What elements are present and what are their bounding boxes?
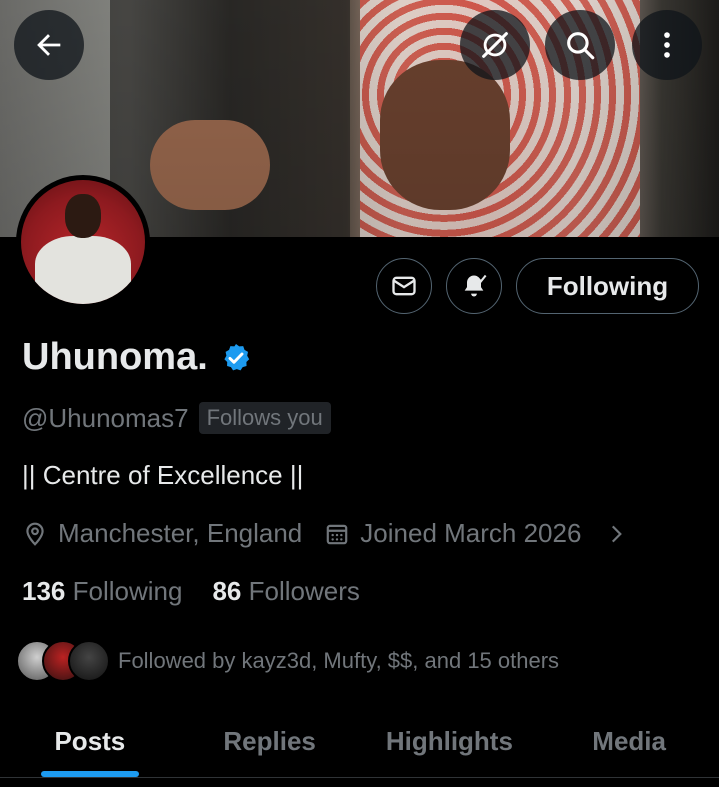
following-count: 136 bbox=[22, 576, 66, 606]
search-icon bbox=[567, 32, 595, 60]
avatar[interactable] bbox=[16, 175, 150, 309]
following-button[interactable]: Following bbox=[516, 258, 699, 314]
more-button[interactable] bbox=[632, 10, 702, 80]
follows-you-badge: Follows you bbox=[198, 402, 331, 434]
followers-label: Followers bbox=[248, 576, 360, 606]
joined-text: Joined March 2026 bbox=[360, 518, 582, 548]
search-button[interactable] bbox=[545, 10, 615, 80]
active-tab-indicator bbox=[40, 771, 139, 777]
profile-meta: Manchester, England Joined March 2026 bbox=[22, 518, 639, 549]
grok-icon bbox=[482, 32, 508, 58]
tab-label: Replies bbox=[223, 725, 316, 756]
calendar-icon bbox=[326, 524, 348, 544]
tab-posts[interactable]: Posts bbox=[0, 705, 180, 777]
avatar bbox=[68, 640, 110, 682]
followed-by-text: Followed by kayz3d, Mufty, $$, and 15 ot… bbox=[118, 648, 560, 673]
followers-count: 86 bbox=[212, 576, 242, 606]
followed-by[interactable]: Followed by kayz3d, Mufty, $$, and 15 ot… bbox=[16, 640, 559, 682]
more-vertical-icon bbox=[664, 32, 670, 58]
tab-label: Media bbox=[592, 725, 666, 756]
followers-stat[interactable]: 86 Followers bbox=[212, 576, 359, 607]
tab-label: Posts bbox=[54, 725, 126, 756]
location-pin-icon bbox=[26, 522, 44, 546]
location-text: Manchester, England bbox=[58, 518, 303, 548]
avatar-shape bbox=[35, 236, 131, 304]
follow-stats: 136 Following 86 Followers bbox=[22, 576, 390, 607]
mail-icon bbox=[392, 276, 416, 296]
profile-tabs: Posts Replies Highlights Media bbox=[0, 705, 719, 778]
tab-highlights[interactable]: Highlights bbox=[360, 705, 540, 777]
tab-label: Highlights bbox=[385, 725, 513, 756]
chevron-right-icon bbox=[612, 525, 623, 542]
profile-name: Uhunoma. bbox=[22, 336, 208, 378]
profile-name-row: Uhunoma. bbox=[22, 336, 252, 379]
handle-row: @Uhunomas7 Follows you bbox=[22, 402, 331, 434]
notification-button[interactable] bbox=[446, 258, 502, 314]
avatar-shape bbox=[65, 194, 101, 238]
location: Manchester, England bbox=[22, 518, 302, 549]
tab-media[interactable]: Media bbox=[539, 705, 719, 777]
joined-date[interactable]: Joined March 2026 bbox=[324, 518, 639, 549]
notification-bell-icon bbox=[464, 274, 487, 297]
profile-bio: || Centre of Excellence || bbox=[22, 460, 304, 490]
back-button[interactable] bbox=[14, 10, 84, 80]
following-stat[interactable]: 136 Following bbox=[22, 576, 182, 607]
back-arrow-icon bbox=[37, 34, 61, 56]
verified-badge-icon[interactable] bbox=[220, 342, 252, 374]
message-button[interactable] bbox=[376, 258, 432, 314]
profile-handle: @Uhunomas7 bbox=[22, 402, 189, 433]
following-label: Following bbox=[72, 576, 183, 606]
avatar-image bbox=[21, 180, 145, 304]
tab-replies[interactable]: Replies bbox=[180, 705, 360, 777]
grok-button[interactable] bbox=[460, 10, 530, 80]
